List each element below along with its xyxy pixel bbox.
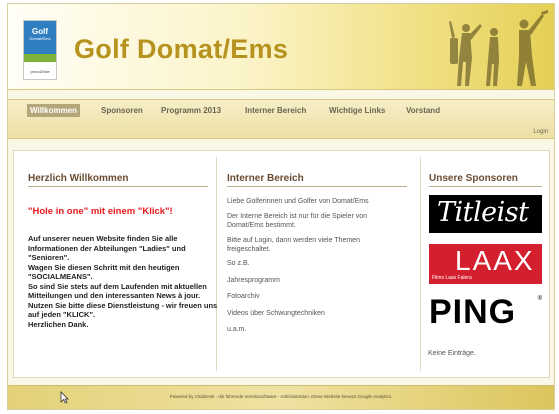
sponsor-titleist-logo[interactable]: Titleist bbox=[429, 195, 542, 233]
welcome-headline: "Hole in one" mit einem "Klick"! bbox=[28, 206, 173, 217]
titleist-wordmark: Titleist bbox=[437, 197, 529, 228]
internal-title: Interner Bereich bbox=[227, 173, 407, 187]
sponsor-laax-logo[interactable]: LAAX Flims Laax Falera bbox=[429, 244, 542, 284]
logo-line-2: Domat/Ems bbox=[29, 36, 51, 41]
internal-line: Der Interne Bereich ist nur für die Spie… bbox=[227, 213, 368, 229]
main-nav: Willkommen Sponsoren Programm 2013 Inter… bbox=[8, 99, 554, 139]
sponsors-title: Unsere Sponsoren bbox=[429, 173, 542, 187]
ping-registered-mark: ® bbox=[537, 296, 542, 302]
welcome-text: Auf unserer neuen Website finden Sie all… bbox=[28, 234, 218, 329]
site-header: Golf Domat/Ems proud2ride Golf Domat/Ems bbox=[8, 4, 554, 90]
laax-wordmark: LAAX bbox=[455, 245, 535, 276]
nav-item-interner-bereich[interactable]: Interner Bereich bbox=[242, 104, 309, 117]
internal-line: u.a.m. bbox=[227, 326, 247, 333]
nav-item-willkommen[interactable]: Willkommen bbox=[27, 104, 81, 117]
column-divider bbox=[420, 157, 421, 371]
golfers-silhouette-icon bbox=[449, 10, 548, 86]
welcome-title: Herzlich Willkommen bbox=[28, 173, 208, 187]
nav-item-sponsoren[interactable]: Sponsoren bbox=[98, 104, 146, 117]
internal-line: Jahresprogramm bbox=[227, 277, 280, 284]
nav-item-wichtige-links[interactable]: Wichtige Links bbox=[326, 104, 388, 117]
welcome-paragraph: Wagen Sie diesen Schritt mit den heutige… bbox=[28, 262, 180, 282]
no-entries-text: Keine Einträge. bbox=[428, 350, 476, 357]
internal-line: Videos über Schwungtechniken bbox=[227, 310, 325, 317]
ping-wordmark: PING bbox=[429, 294, 517, 328]
logo-green-stripe bbox=[24, 54, 56, 62]
nav-item-vorstand[interactable]: Vorstand bbox=[403, 104, 443, 117]
internal-line: Liebe Golferinnen und Golfer von Domat/E… bbox=[227, 198, 369, 205]
sponsor-ping-logo[interactable]: PING ® bbox=[429, 294, 542, 328]
internal-line: So z.B. bbox=[227, 260, 250, 267]
internal-line: Bitte auf Login, dann werden viele Theme… bbox=[227, 237, 360, 253]
welcome-paragraph: Herzlichen Dank. bbox=[28, 319, 89, 329]
login-link[interactable]: Login bbox=[533, 129, 548, 135]
site-footer: Powered by ClubDesk - die führende Verei… bbox=[8, 385, 554, 409]
site-title: Golf Domat/Ems bbox=[74, 34, 289, 64]
welcome-paragraph: Auf unserer neuen Website finden Sie all… bbox=[28, 234, 186, 262]
internal-line: Fotoarchiv bbox=[227, 293, 260, 300]
logo-line-1: Golf bbox=[32, 27, 48, 36]
footer-text[interactable]: Powered by ClubDesk - die führende Verei… bbox=[8, 394, 554, 399]
club-logo[interactable]: Golf Domat/Ems proud2ride bbox=[23, 20, 57, 80]
logo-tagline: proud2ride bbox=[30, 69, 50, 74]
welcome-paragraph: Nutzen Sie bitte diese Dienstleistung - … bbox=[28, 300, 218, 320]
nav-item-programm-2013[interactable]: Programm 2013 bbox=[158, 104, 224, 117]
laax-subline: Flims Laax Falera bbox=[432, 275, 472, 281]
main-content: Herzlich Willkommen "Hole in one" mit ei… bbox=[13, 150, 550, 378]
logo-badge: Golf Domat/Ems bbox=[24, 21, 56, 54]
page-frame: Golf Domat/Ems proud2ride Golf Domat/Ems bbox=[7, 3, 555, 410]
welcome-paragraph: So sind Sie stets auf dem Laufenden mit … bbox=[28, 281, 207, 301]
